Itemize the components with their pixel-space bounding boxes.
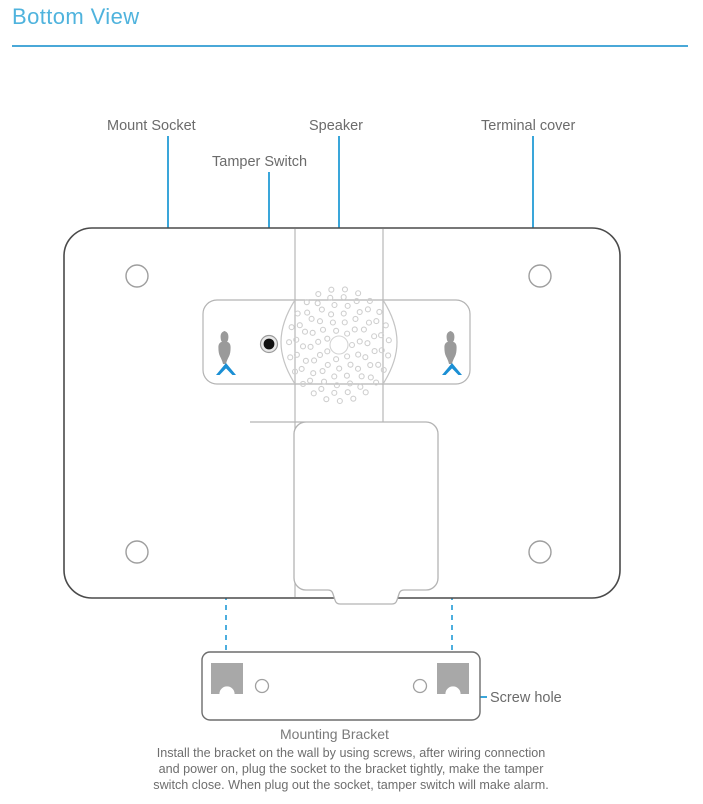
caption-line-2: and power on, plug the socket to the bra… [159,762,544,776]
label-terminal-cover: Terminal cover [481,118,575,134]
tamper-switch [259,334,279,354]
label-speaker: Speaker [309,118,363,134]
label-tamper-switch: Tamper Switch [212,154,307,170]
label-screw-hole: Screw hole [490,690,562,706]
caption-line-3: switch close. When plug out the socket, … [153,778,548,792]
label-mounting-bracket: Mounting Bracket [280,726,389,742]
mounting-bracket [201,651,481,721]
instruction-caption: Install the bracket on the wall by using… [153,746,548,792]
device-body [63,227,621,605]
label-mount-socket: Mount Socket [107,118,196,134]
bottom-view-diagram: Mount Socket Tamper Switch Speaker Termi… [63,118,621,792]
bottom-view-page: Bottom View Mount Socket Tamper Switch S… [0,0,703,804]
caption-line-1: Install the bracket on the wall by using… [157,746,546,760]
tamper-switch-dot [263,338,275,350]
